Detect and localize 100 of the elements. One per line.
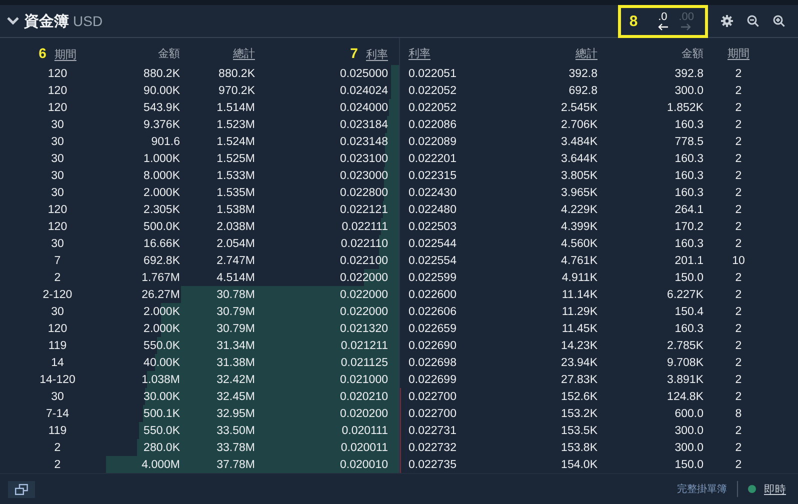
table-cell-text: 880.2K [218,68,255,80]
table-cell-text: 33.50M [216,424,255,436]
column-header[interactable]: 期間 [54,48,76,60]
table-cell-text: 7-14 [44,408,70,420]
table-cell-text: 1.538M [216,204,255,216]
table-cell-text: 160.3 [674,152,704,164]
zoom-in-icon [773,15,785,27]
table-cell-text: 0.022000 [339,306,388,318]
table-cell-text: 90.00K [142,84,180,96]
panel-title: 資金簿 [24,12,69,30]
table-cell-text: 8 [734,408,743,420]
table-cell-text: 1.535M [216,186,255,198]
table-cell-text: 30.00K [142,390,180,402]
table-cell-text: 0.022110 [340,238,388,250]
table-cell-text: 0.020011 [340,442,388,454]
table-cell-text: 1.523M [216,118,255,130]
precision-button[interactable]: .0 [652,12,674,30]
table-cell-text: 30.79M [216,322,255,334]
table-cell-text: 2 [734,68,743,80]
table-cell-text: 10 [731,254,746,266]
table-cell-text: 30.78M [216,288,255,300]
column-header[interactable]: 金額 [158,48,180,60]
table-cell-text: 3.965K [560,186,598,198]
table-cell-text: 3.484K [560,136,598,148]
table-cell-text: 31.38M [216,356,255,368]
table-cell-text: 1.514M [216,102,255,114]
column-header[interactable]: 總計 [576,48,598,60]
table-cell-text: 0.025000 [339,68,388,80]
table-cell-text: 120 [46,204,68,216]
table-cell-text: 23.94K [560,356,598,368]
live-link[interactable]: 即時 [764,482,786,496]
settings-icon [721,15,733,27]
table-cell-text: 778.5 [674,136,704,148]
column-header[interactable]: 利率 [366,48,388,60]
table-cell-text: 1.533M [216,170,255,182]
table-cell-text: 543.9K [142,102,180,114]
table-cell-text: 4.761K [560,254,598,266]
popout-button[interactable] [8,480,35,498]
table-cell-text: 2.000K [142,306,180,318]
table-cell-text: 0.022100 [339,254,388,266]
table-cell-text: 880.2K [142,68,180,80]
full-book-link[interactable]: 完整掛單簿 [677,482,727,496]
table-cell-text: 0.024024 [339,84,388,96]
table-cell-text: 16.66K [142,238,180,250]
table-cell-text: 0.022599 [408,272,458,284]
table-cell-text: 30.79M [216,306,255,318]
column-header[interactable]: 金額 [682,48,704,60]
table-cell-text: 37.78M [216,458,255,470]
table-cell-text: 160.3 [674,186,704,198]
table-cell-text: 550.0K [142,340,180,352]
table-cell-text: 0.022659 [408,322,458,334]
table-cell-text: 2 [734,84,743,96]
column-header[interactable]: 期間 [728,48,750,60]
table-cell-text: 0.022732 [408,442,458,454]
table-cell-text: 0.022051 [408,68,458,80]
currency-label: USD [73,13,103,29]
column-header[interactable]: 總計 [233,48,255,60]
table-cell-text: 0.022544 [408,238,458,250]
table-cell-text: 6.227K [666,288,704,300]
table-cell-text: 1.000K [142,152,180,164]
column-header[interactable]: 利率 [408,48,430,60]
table-cell-text: 2 [734,288,743,300]
table-cell-text: 0.023148 [339,136,388,148]
left-arrow-icon [656,22,669,30]
table-cell-text: 30 [50,170,65,182]
table-cell-text: 4.560K [560,238,598,250]
table-cell-text: 201.1 [674,254,704,266]
table-cell-text: 0.022731 [408,424,458,436]
table-cell-text: 30 [50,152,65,164]
table-cell-text: 2 [734,238,743,250]
table-cell-text: 30 [50,238,65,250]
table-cell-text: 160.3 [674,322,704,334]
table-cell-text: 2 [53,442,62,454]
table-cell-text: 8.000K [142,170,180,182]
table-cell-text: 160.3 [674,238,704,250]
table-cell-text: 0.022052 [408,84,458,96]
table-cell-text: 0.022111 [340,220,388,232]
chevron-icon [6,16,20,26]
table-cell-text: 14-120 [38,374,76,386]
table-cell-text: 120 [46,68,68,80]
table-cell-text: 2.785K [666,340,704,352]
table-cell-text: 150.0 [674,272,704,284]
table-cell-text: 170.2 [674,220,704,232]
table-cell-text: 119 [47,424,68,436]
table-cell-text: 0.022089 [408,136,458,148]
table-cell-text: 120 [46,220,68,232]
table-cell-text: 153.8K [560,442,598,454]
table-cell-text: 152.6K [560,390,598,402]
table-cell-text: 153.5K [560,424,598,436]
table-cell-text: 30 [50,136,65,148]
table-cell-text: 0.022600 [408,288,458,300]
table-cell-text: 2 [734,322,743,334]
table-cell-text: 600.0 [674,408,704,420]
table-cell-text: 4.514M [216,272,255,284]
table-cell-text: 0.022315 [408,170,458,182]
table-cell-text: 2 [734,118,743,130]
table-cell-text: 160.3 [674,118,704,130]
table-cell-text: 0.020010 [339,458,388,470]
table-cell-text: 2 [734,136,743,148]
table-cell-text: 0.022698 [408,356,458,368]
